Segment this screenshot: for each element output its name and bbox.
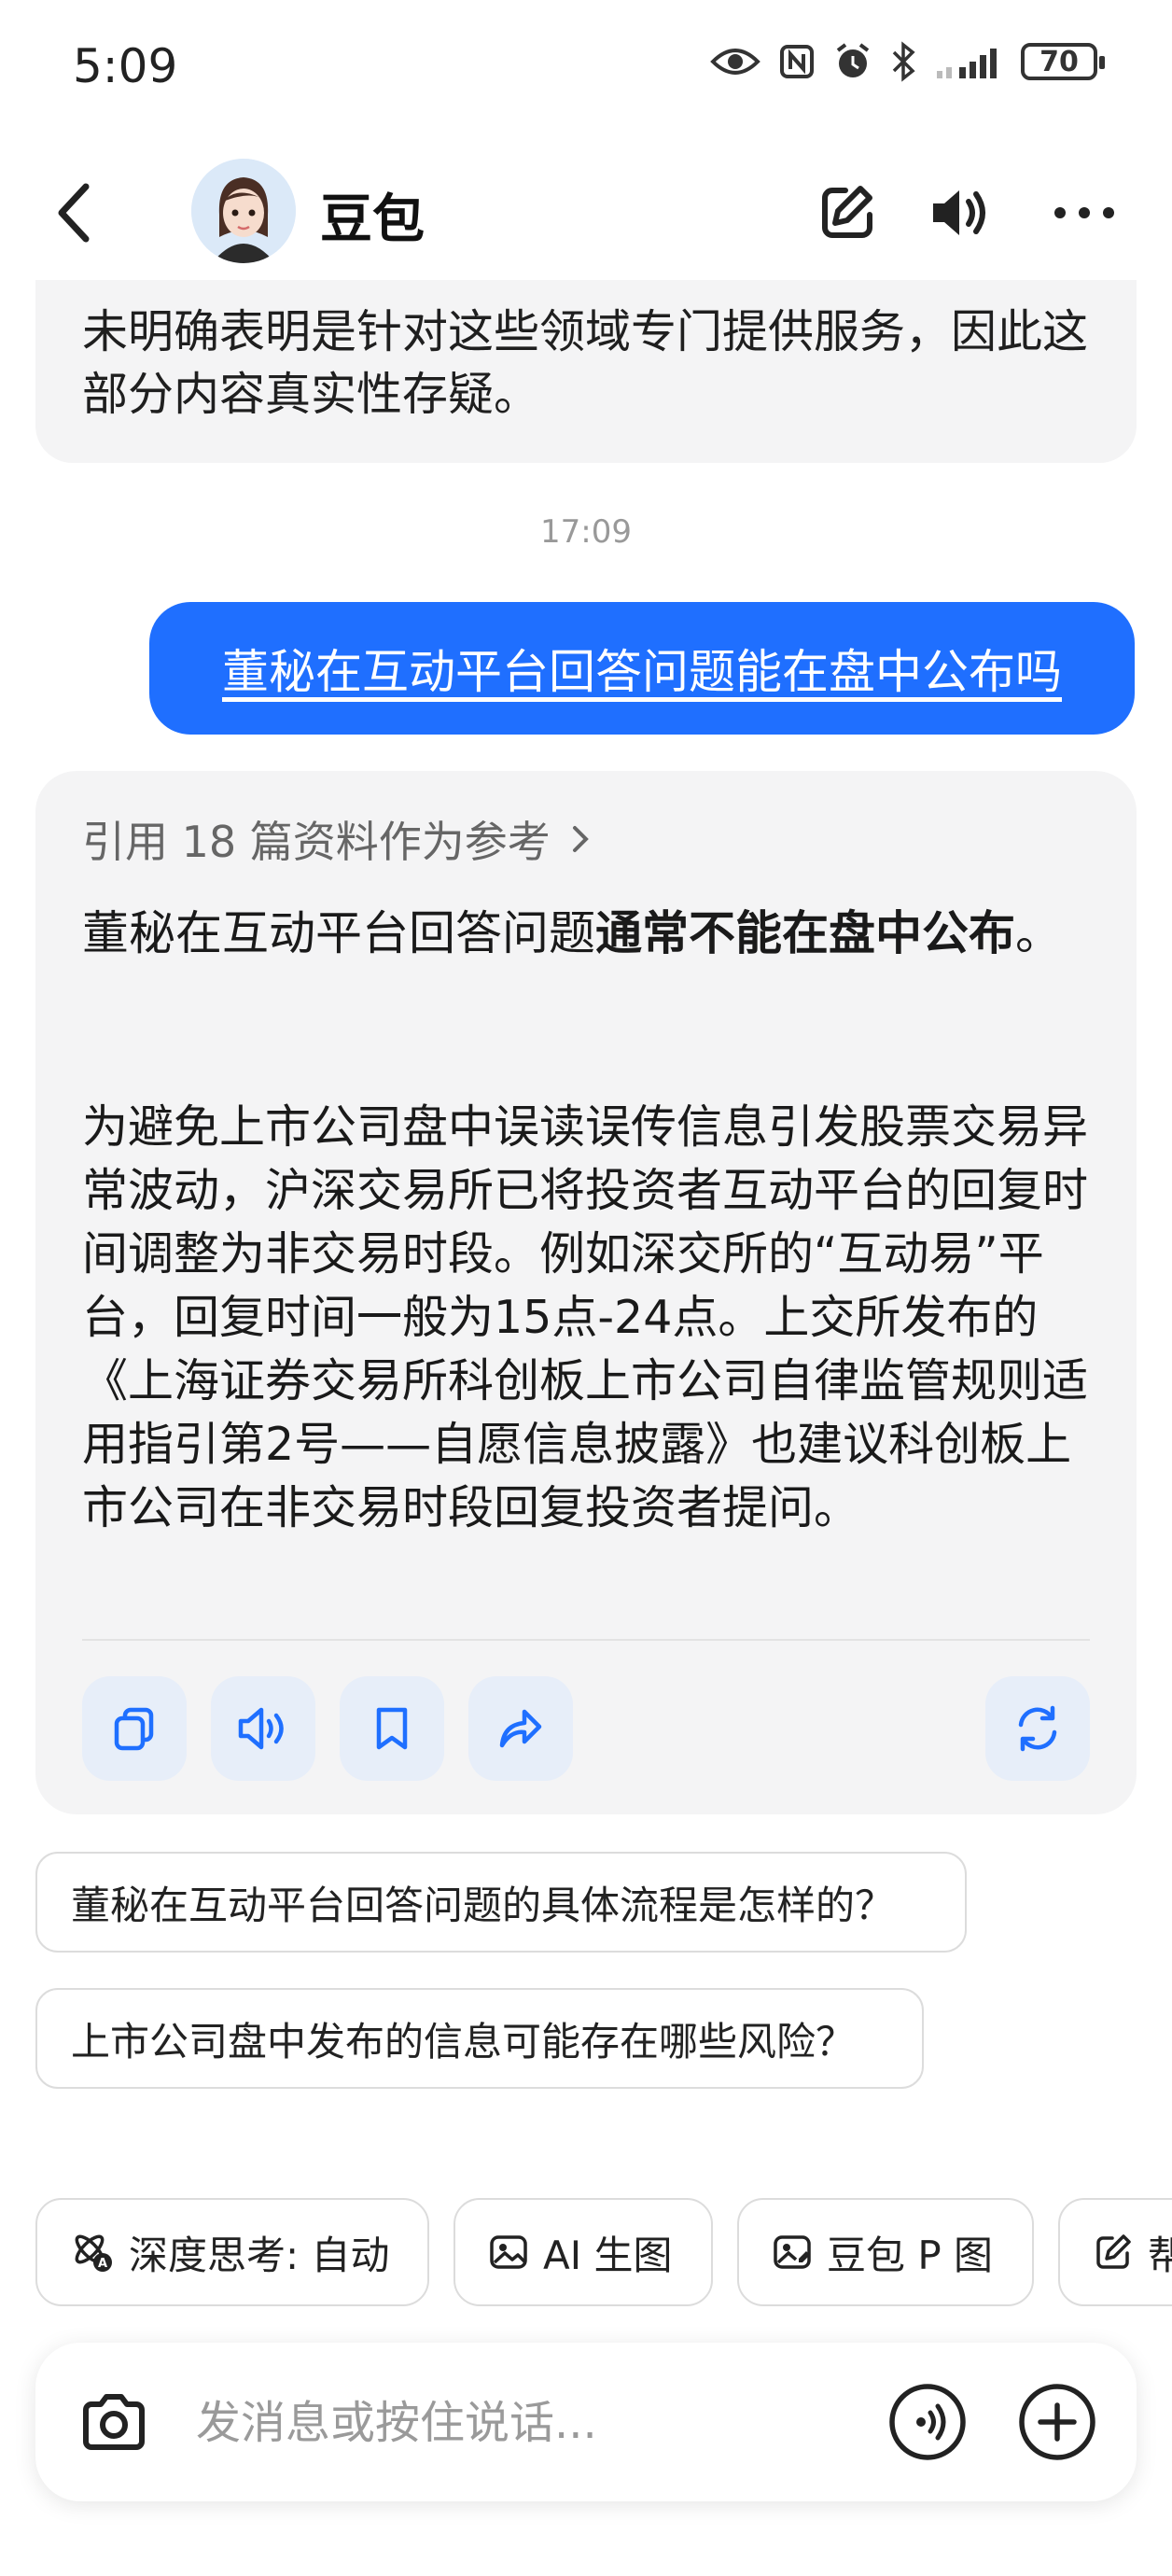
refresh-icon <box>1018 1705 1057 1752</box>
write-icon <box>1096 2234 1131 2269</box>
chip-label: 豆包 P 图 <box>827 2232 994 2278</box>
share-icon <box>499 1709 542 1748</box>
eye-icon <box>710 49 760 75</box>
more-icon[interactable] <box>1049 177 1120 248</box>
svg-text:A: A <box>98 2257 107 2271</box>
write-chip[interactable]: 帮 <box>1058 2198 1172 2306</box>
deep-think-icon: A <box>75 2234 112 2272</box>
ai-image-chip[interactable]: AI 生图 <box>453 2198 713 2306</box>
answer-lead: 董秘在互动平台回答问题通常不能在盘中公布。 <box>82 902 1099 965</box>
user-message-text: 董秘在互动平台回答问题能在盘中公布吗 <box>222 645 1062 699</box>
answer-lead-text: 董秘在互动平台回答问题 <box>82 906 595 960</box>
suggestion-chip[interactable]: 上市公司盘中发布的信息可能存在哪些风险？ <box>35 1988 924 2089</box>
message-input[interactable] <box>194 2389 851 2457</box>
avatar[interactable] <box>191 159 296 263</box>
status-bar: 5:09 70 <box>0 0 1172 131</box>
speaker-icon <box>238 1707 284 1750</box>
back-button[interactable] <box>47 175 103 250</box>
answer-body: 为避免上市公司盘中误读误传信息引发股票交易异常波动，沪深交易所已将投资者互动平台… <box>82 1100 1089 1534</box>
status-icons: 70 <box>709 41 1105 82</box>
photo-edit-chip[interactable]: 豆包 P 图 <box>737 2198 1034 2306</box>
input-bar <box>35 2343 1137 2501</box>
image-icon <box>490 2235 527 2269</box>
speaker-icon[interactable] <box>924 177 995 248</box>
copy-icon <box>114 1707 154 1751</box>
voice-call-icon[interactable] <box>887 2382 968 2462</box>
bookmark-button[interactable] <box>340 1676 444 1781</box>
photo-edit-icon <box>774 2235 811 2269</box>
answer-lead-bold: 通常不能在盘中公布 <box>595 906 1015 960</box>
avatar-image <box>191 159 296 263</box>
chip-label: AI 生图 <box>543 2232 673 2278</box>
bookmark-icon <box>376 1707 408 1750</box>
chat-title: 豆包 <box>320 189 425 250</box>
share-button[interactable] <box>468 1676 573 1781</box>
answer-lead-end: 。 <box>1015 906 1062 960</box>
read-aloud-button[interactable] <box>211 1676 315 1781</box>
chat-header: 豆包 <box>0 140 1172 280</box>
deep-think-chip[interactable]: A 深度思考: 自动 <box>35 2198 429 2306</box>
plus-icon[interactable] <box>1017 2382 1097 2462</box>
previous-message-bubble: 未明确表明是针对这些领域专门提供服务，因此这部分内容真实性存疑。 <box>35 280 1137 463</box>
alarm-icon <box>836 43 870 77</box>
message-timestamp: 17:09 <box>540 513 632 551</box>
status-time: 5:09 <box>73 39 178 93</box>
suggestion-chip[interactable]: 董秘在互动平台回答问题的具体流程是怎样的？ <box>35 1852 967 1953</box>
bluetooth-icon <box>892 41 915 82</box>
edit-icon[interactable] <box>812 177 883 248</box>
user-message-bubble[interactable]: 董秘在互动平台回答问题能在盘中公布吗 <box>149 602 1135 735</box>
tool-chips: A 深度思考: 自动 AI 生图 豆包 P 图 帮 <box>35 2198 1172 2306</box>
camera-icon[interactable] <box>77 2386 151 2460</box>
chevron-right-icon <box>572 826 589 852</box>
regenerate-button[interactable] <box>985 1676 1090 1781</box>
previous-message-text: 未明确表明是针对这些领域专门提供服务，因此这部分内容真实性存疑。 <box>82 305 1089 421</box>
references-link[interactable]: 引用 18 篇资料作为参考 <box>82 808 593 870</box>
battery-indicator: 70 <box>1021 43 1105 80</box>
answer-divider <box>82 1639 1090 1641</box>
nfc-icon <box>780 45 814 78</box>
references-label: 引用 18 篇资料作为参考 <box>82 817 551 867</box>
copy-button[interactable] <box>82 1676 187 1781</box>
signal-icon <box>937 49 997 78</box>
answer-card: 引用 18 篇资料作为参考 董秘在互动平台回答问题通常不能在盘中公布。 为避免上… <box>35 771 1137 1814</box>
chip-label: 帮 <box>1148 2232 1172 2278</box>
chip-label: 深度思考: 自动 <box>129 2232 390 2278</box>
